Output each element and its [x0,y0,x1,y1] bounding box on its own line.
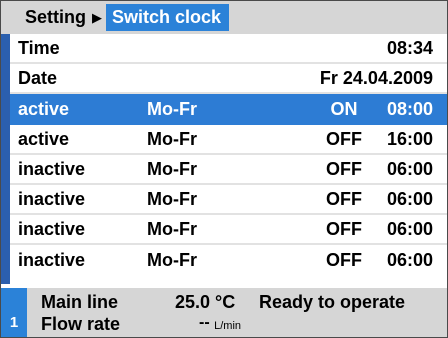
schedule-days: Mo-Fr [147,99,197,119]
settings-list: Time 08:34 Date Fr 24.04.2009 active Mo-… [1,34,447,276]
schedule-days: Mo-Fr [147,128,197,149]
schedule-status: active [18,99,70,119]
flow-rate-value: -- [199,314,210,331]
schedule-state: OFF [326,158,362,179]
schedule-time: 06:00 [386,158,433,179]
schedule-days: Mo-Fr [147,250,197,270]
main-line-label: Main line [41,292,119,312]
schedule-time: 06:00 [386,250,433,270]
date-row[interactable]: Date Fr 24.04.2009 [10,64,447,94]
schedule-row[interactable]: inactive Mo-Fr OFF 06:00 [10,215,447,245]
status-text: Ready to operate [259,292,406,312]
flow-rate-readout: -- L/min [199,314,241,332]
schedule-days: Mo-Fr [147,218,197,239]
schedule-status: active [18,128,70,149]
schedule-time: 06:00 [386,218,433,239]
schedule-row[interactable]: active Mo-Fr OFF 16:00 [10,125,447,155]
schedule-status: inactive [18,188,86,209]
breadcrumb-root[interactable]: Setting [1,7,86,28]
schedule-time: 16:00 [386,128,433,149]
time-value: 08:34 [386,37,433,58]
date-value: Fr 24.04.2009 [319,67,433,88]
main-line-value: 25.0 °C [175,292,236,312]
schedule-time: 08:00 [386,99,433,119]
schedule-days: Mo-Fr [147,158,197,179]
schedule-row[interactable]: inactive Mo-Fr OFF 06:00 [10,155,447,185]
schedule-status: inactive [18,218,86,239]
zone-badge: 1 [1,288,27,337]
schedule-status: inactive [18,158,86,179]
breadcrumb: Setting ▶ Switch clock [1,1,447,34]
time-row[interactable]: Time 08:34 [10,34,447,64]
breadcrumb-current: Switch clock [106,4,230,31]
flow-rate-unit: L/min [214,320,242,332]
schedule-state: OFF [326,128,362,149]
breadcrumb-arrow-icon: ▶ [92,9,102,25]
schedule-row[interactable]: inactive Mo-Fr OFF 06:00 [10,245,447,276]
schedule-state: OFF [326,250,362,270]
schedule-state: OFF [326,188,362,209]
date-label: Date [18,67,58,88]
flow-rate-label: Flow rate [41,314,121,334]
schedule-state: ON [330,99,358,119]
schedule-status: inactive [18,250,86,270]
status-bar: 1 Main line 25.0 °C Flow rate -- L/min R… [1,288,447,337]
schedule-row[interactable]: inactive Mo-Fr OFF 06:00 [10,185,447,215]
time-label: Time [18,37,60,58]
schedule-time: 06:00 [386,188,433,209]
schedule-state: OFF [326,218,362,239]
schedule-days: Mo-Fr [147,188,197,209]
device-screen: Setting ▶ Switch clock Time 08:34 Date F… [0,0,448,338]
schedule-row[interactable]: active Mo-Fr ON 08:00 [10,94,447,125]
